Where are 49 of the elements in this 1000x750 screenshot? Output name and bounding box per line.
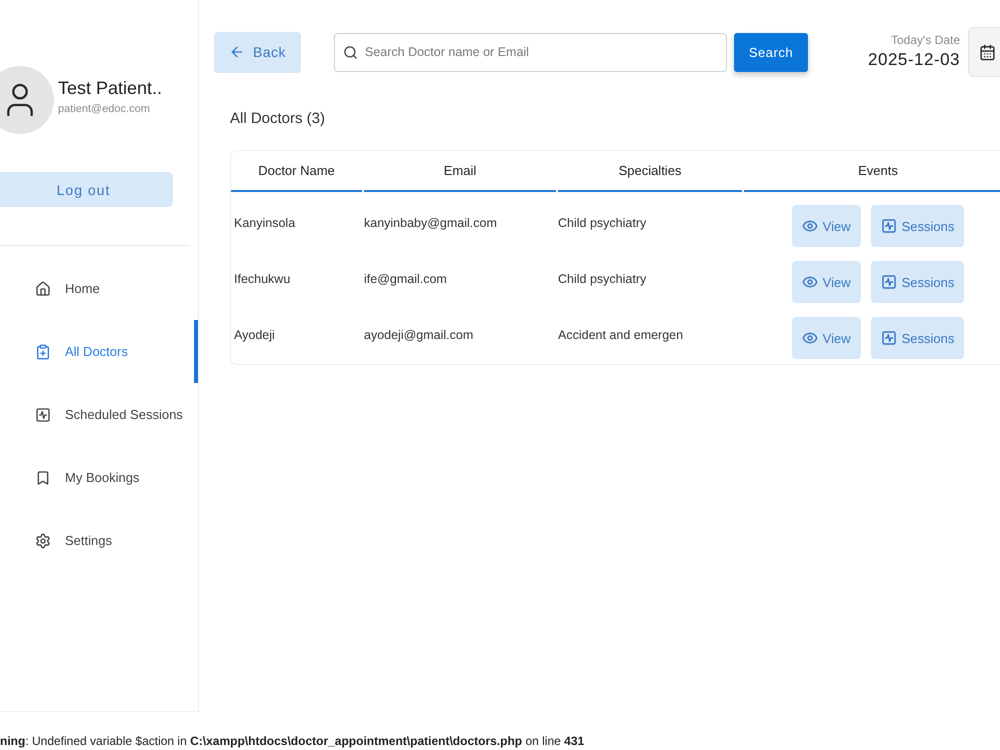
table-cell: ife@gmail.com — [364, 272, 447, 286]
table-cell: Child psychiatry — [558, 272, 646, 286]
profile-email: patient@edoc.com — [58, 102, 150, 116]
eye-icon — [802, 330, 818, 346]
column-header: Doctor Name — [258, 163, 335, 178]
view-button[interactable]: View — [792, 261, 861, 303]
nav-item[interactable]: All Doctors — [0, 320, 198, 383]
table-cell: Ifechukwu — [234, 272, 290, 286]
home-icon — [35, 280, 51, 296]
column-header: Email — [444, 163, 476, 178]
user-avatar-icon — [0, 66, 54, 134]
pulse-monitor-icon — [35, 406, 51, 422]
nav-item[interactable]: Scheduled Sessions — [0, 383, 198, 446]
eye-icon — [802, 274, 818, 290]
clipboard-plus-icon — [35, 344, 51, 360]
table-cell: kanyinbaby@gmail.com — [364, 216, 497, 230]
calendar-icon — [979, 44, 996, 60]
sessions-button[interactable]: Sessions — [870, 317, 964, 359]
table-cell: Ayodeji — [234, 328, 275, 342]
page-heading: All Doctors (3) — [230, 110, 326, 128]
bookmark-icon — [35, 470, 51, 486]
table-cell: Kanyinsola — [234, 216, 296, 230]
eye-icon — [802, 218, 818, 234]
date-value: 2025-12-03 — [868, 49, 960, 71]
nav-item[interactable]: My Bookings — [0, 446, 198, 509]
logout-button[interactable]: Log out — [0, 172, 173, 207]
view-button[interactable]: View — [792, 317, 861, 359]
nav-item[interactable]: Settings — [0, 509, 198, 572]
table-cell: Child psychiatry — [558, 216, 646, 230]
sessions-button[interactable]: Sessions — [870, 261, 964, 303]
column-header: Events — [858, 163, 898, 178]
arrow-left-icon — [228, 44, 245, 60]
profile-name: Test Patient.. — [58, 76, 162, 98]
nav-item[interactable]: Home — [0, 257, 198, 320]
table-cell: Accident and emergen — [558, 328, 684, 342]
table-cell: ayodeji@gmail.com — [364, 328, 474, 342]
pulse-monitor-icon — [880, 330, 897, 346]
view-button[interactable]: View — [792, 205, 861, 247]
pulse-monitor-icon — [880, 274, 897, 290]
pulse-monitor-icon — [880, 218, 897, 234]
php-warning-message: ning: Undefined variable $action in C:\xampp\htdocs\doctor_appointment\patient\doctors.php on line 431 — [0, 734, 584, 748]
search-icon — [343, 44, 358, 60]
search-field[interactable]: Search Doctor name or Email — [334, 32, 727, 72]
date-label: Today's Date — [891, 33, 960, 47]
column-header: Specialties — [618, 163, 682, 178]
search-button[interactable]: Search — [734, 32, 808, 72]
back-button[interactable]: Back — [214, 32, 301, 72]
sessions-button[interactable]: Sessions — [870, 205, 964, 247]
settings-icon — [35, 532, 51, 548]
